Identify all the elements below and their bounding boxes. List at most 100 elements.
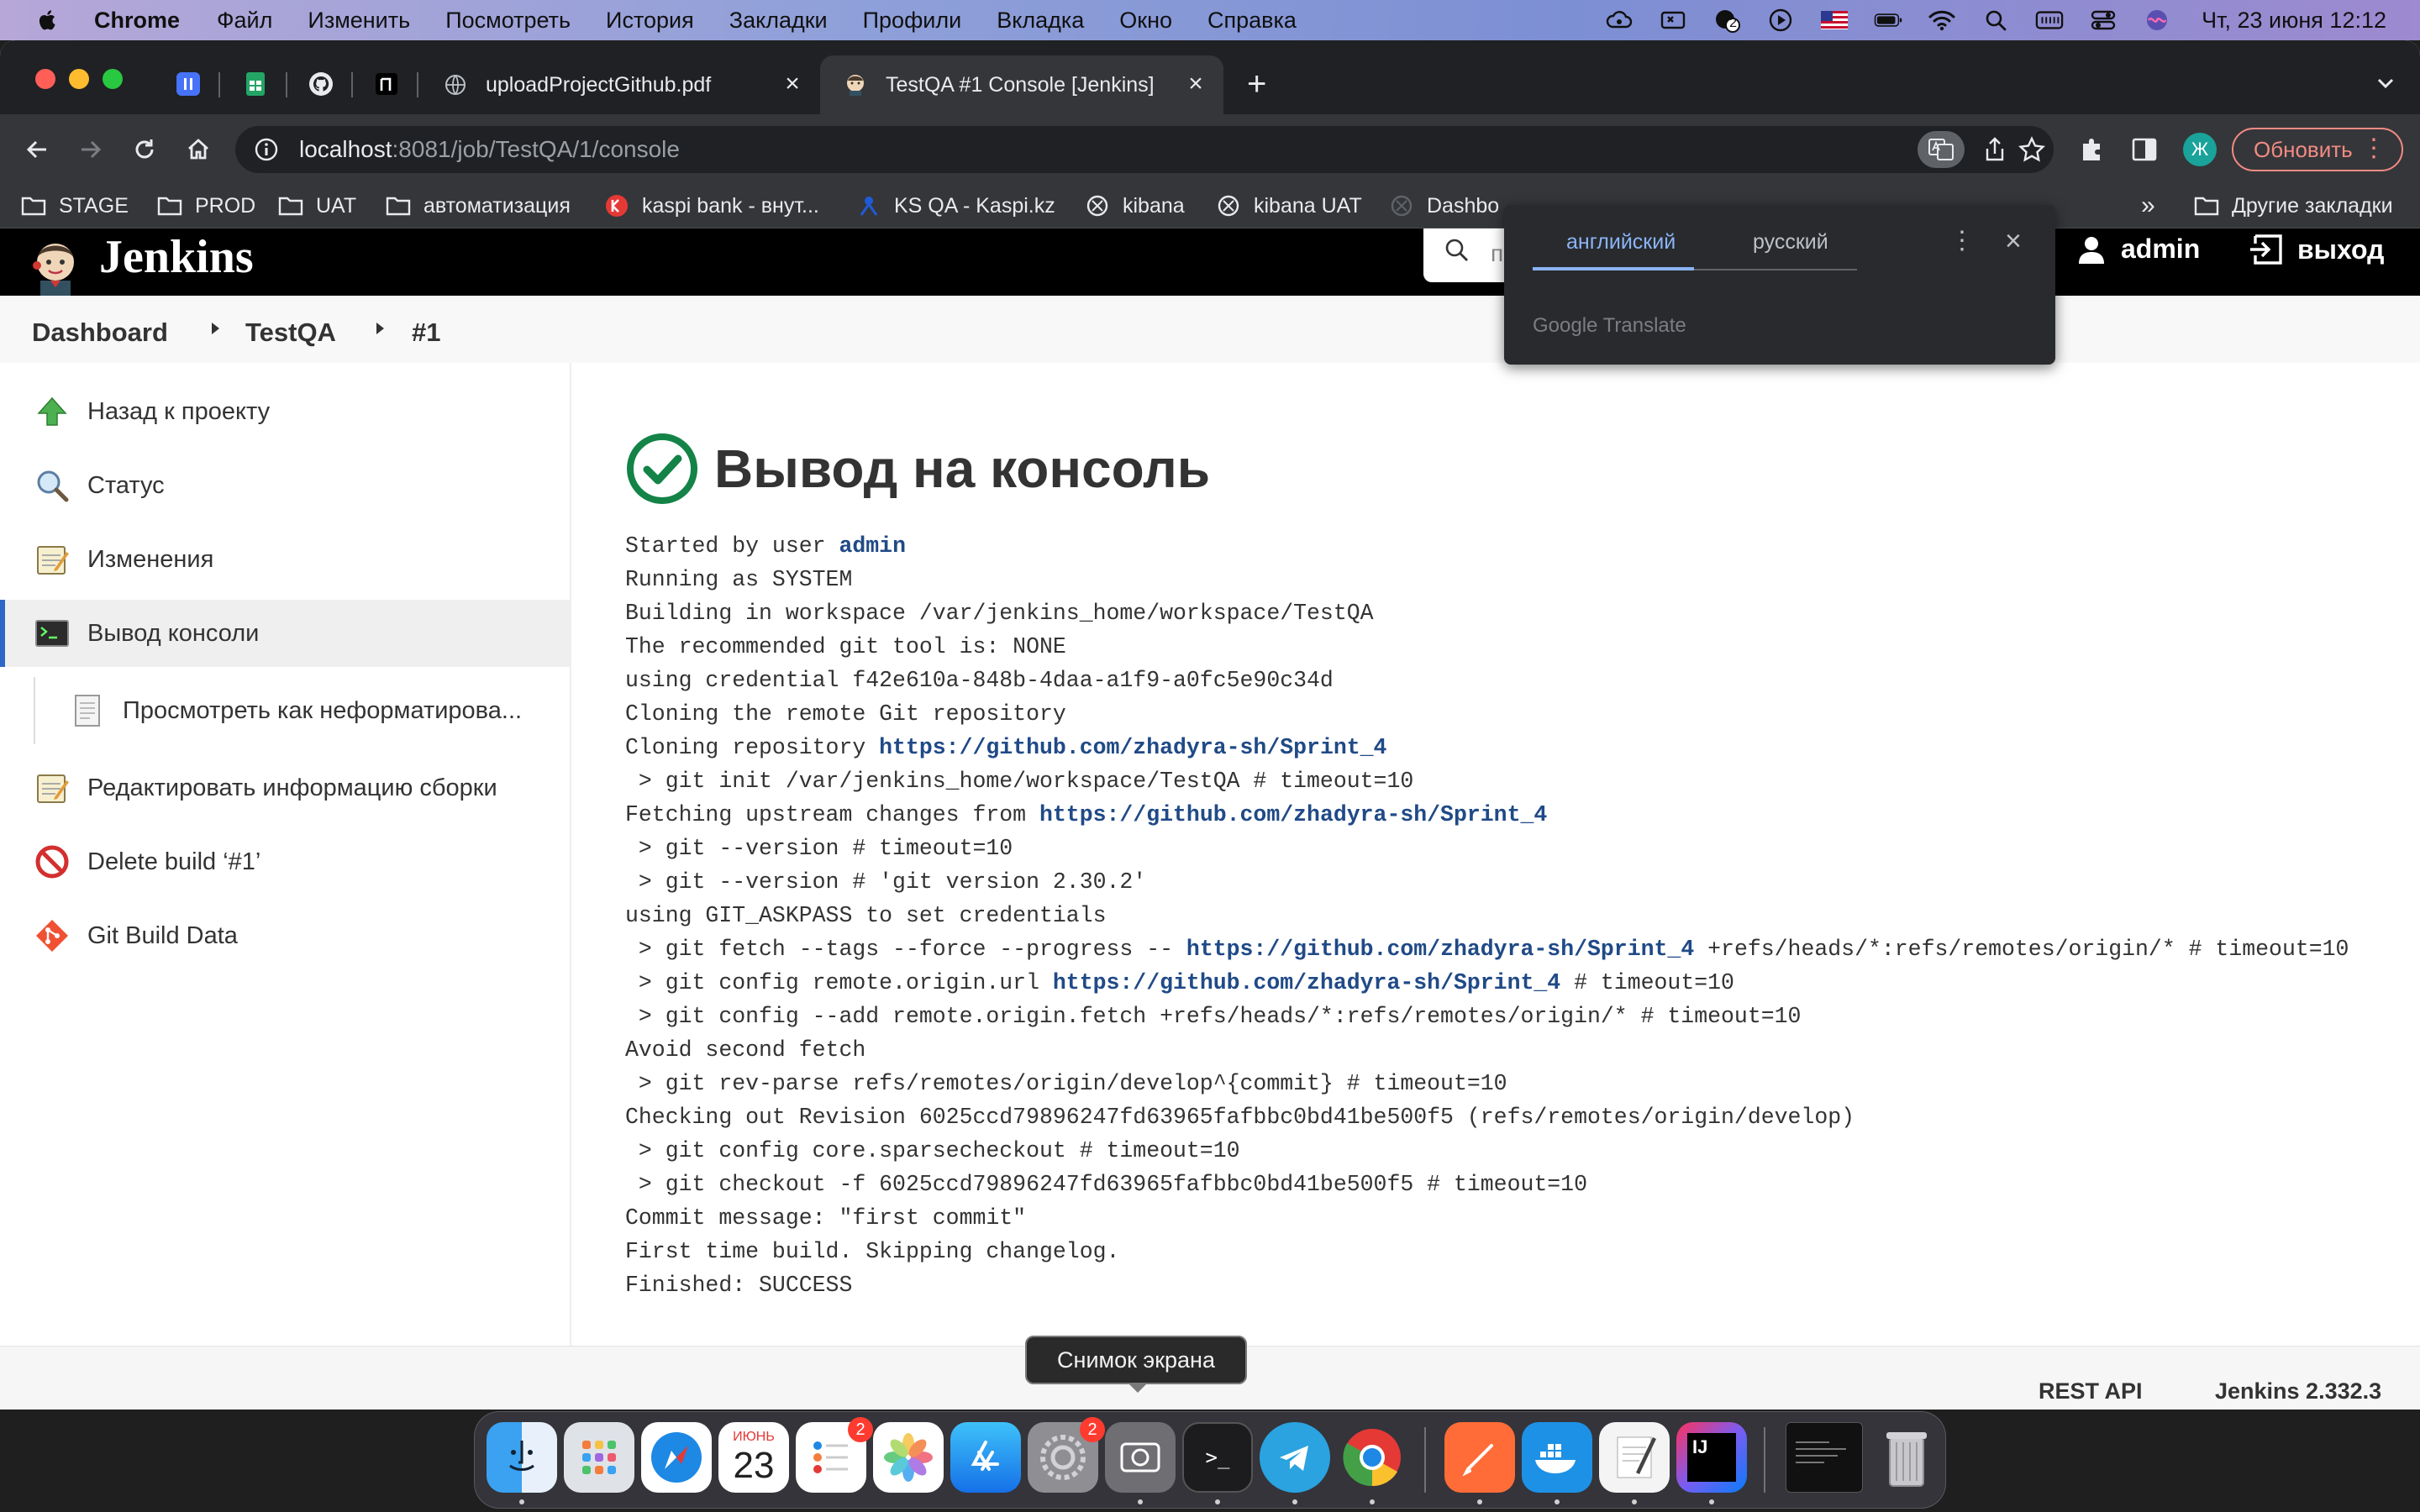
sidebar-item-view-plain[interactable]: Просмотреть как неформатирова... [34,677,570,744]
bookmark-folder-uat[interactable]: UAT [277,193,356,218]
menubar-clock[interactable]: Чт, 23 июня 12:12 [2202,8,2386,34]
console-link[interactable]: admin [839,533,906,559]
chrome-menu-kebab-icon[interactable]: ⋮ [2361,136,2386,161]
sidebar-item-edit-build-info[interactable]: Редактировать информацию сборки [0,754,570,822]
menu-help[interactable]: Справка [1207,8,1297,34]
menu-file[interactable]: Файл [217,8,272,34]
dock-app-store[interactable] [950,1422,1021,1493]
translate-close-icon[interactable]: × [2005,227,2022,255]
siri-icon[interactable] [2143,8,2171,33]
jenkins-title[interactable]: Jenkins [99,230,254,284]
wifi-icon[interactable] [1928,8,1956,33]
sidebar-item-changes[interactable]: Изменения [0,526,570,593]
bookmark-kaspi-bank[interactable]: kaspi bank - внут... [603,193,819,218]
dock-reminders[interactable]: 2 [796,1417,873,1493]
jenkins-butler-logo[interactable] [32,240,79,296]
spotlight-search-icon[interactable] [1981,8,2010,33]
menu-app-chrome[interactable]: Chrome [94,8,180,34]
breadcrumb-dashboard[interactable]: Dashboard [32,318,168,348]
bookmark-ks-qa[interactable]: KS QA - Kaspi.kz [855,193,1055,218]
user-link[interactable]: admin [2077,234,2200,265]
reload-button[interactable] [126,131,163,168]
side-panel-icon[interactable] [2128,133,2161,166]
bookmark-folder-prod[interactable]: PROD [156,193,255,218]
extensions-puzzle-icon[interactable] [2075,133,2109,166]
window-zoom-button[interactable] [103,69,123,89]
url-text[interactable]: localhost:8081/job/TestQA/1/console [299,136,680,163]
translate-tab-source-lang[interactable]: английский [1566,230,1676,255]
dock-telegram[interactable] [1260,1422,1330,1493]
tab-pdf[interactable]: uploadProjectGithub.pdf × [420,55,820,114]
bookmarks-overflow-button[interactable]: » [2141,192,2155,220]
home-button[interactable] [180,131,217,168]
tab-search-chevron-icon[interactable] [2373,71,2398,96]
logout-link[interactable]: выход [2249,234,2384,265]
breadcrumb-testqa[interactable]: TestQA [245,318,336,348]
tab-close-icon[interactable]: × [1185,71,1207,97]
back-button[interactable] [18,131,55,168]
us-flag-icon[interactable] [1820,8,1849,33]
pinned-tab-ticktick[interactable] [171,67,205,101]
sidebar-item-back-to-project[interactable]: Назад к проекту [0,378,570,445]
dock-screenshot[interactable] [1105,1422,1176,1493]
new-tab-button[interactable]: + [1247,67,1266,101]
bookmark-other-folder[interactable]: Другие закладки [2193,193,2393,218]
profile-avatar[interactable]: Ж [2183,133,2217,166]
sidebar-item-git-build-data[interactable]: Git Build Data [0,902,570,969]
sidebar-item-console-output[interactable]: Вывод консоли [0,600,570,667]
messenger-badge-icon[interactable]: 2 [1712,8,1741,33]
window-minimize-button[interactable] [69,69,89,89]
translate-icon[interactable] [1918,131,1965,168]
rest-api-link[interactable]: REST API [2039,1378,2143,1404]
bookmark-dashboard[interactable]: Dashbo [1388,193,1499,218]
apple-icon[interactable] [35,8,60,33]
keyboard-icon[interactable] [2035,8,2064,33]
menu-history[interactable]: История [606,8,694,34]
bookmark-folder-automation[interactable]: автоматизация [385,193,571,218]
menu-bookmarks[interactable]: Закладки [729,8,828,34]
dock-launchpad[interactable] [564,1422,634,1493]
bookmark-kibana[interactable]: kibana [1084,193,1185,218]
share-icon[interactable] [1980,134,2010,165]
dock-safari[interactable] [641,1422,712,1493]
dock-calendar[interactable]: ИЮНЬ 23 [718,1422,789,1493]
dock-chrome[interactable] [1337,1422,1407,1493]
translate-tab-target-lang[interactable]: русский [1753,230,1828,255]
pinned-tab-notion[interactable] [370,67,403,101]
chevron-right-icon[interactable] [212,323,219,334]
dock-finder[interactable] [487,1422,557,1493]
dock-postman[interactable] [1444,1422,1515,1493]
dock-terminal[interactable]: >_ [1182,1422,1253,1493]
dock-system-preferences[interactable]: 2 [1028,1417,1105,1493]
bookmark-kibana-uat[interactable]: kibana UAT [1215,193,1362,218]
site-info-icon[interactable] [254,137,279,162]
battery-icon[interactable] [1874,8,1902,33]
translate-options-kebab-icon[interactable]: ⋮ [1949,228,1975,254]
dock-photos[interactable] [873,1422,944,1493]
menu-tab[interactable]: Вкладка [997,8,1084,34]
update-chrome-button[interactable]: Обновить ⋮ [2232,128,2403,171]
chevron-right-icon[interactable] [376,323,384,334]
dock-docker[interactable] [1522,1422,1592,1493]
breadcrumb-build-1[interactable]: #1 [412,318,440,348]
dock-textedit[interactable] [1599,1422,1670,1493]
console-link[interactable]: https://github.com/zhadyra-sh/Sprint_4 [879,735,1386,760]
control-center-icon[interactable] [2089,8,2118,33]
window-close-button[interactable] [35,69,55,89]
sidebar-item-status[interactable]: Статус [0,452,570,519]
cloud-gear-icon[interactable] [1605,8,1634,33]
console-link[interactable]: https://github.com/zhadyra-sh/Sprint_4 [1039,802,1547,827]
sidebar-item-delete-build[interactable]: Delete build ‘#1’ [0,828,570,895]
console-link[interactable]: https://github.com/zhadyra-sh/Sprint_4 [1053,970,1560,995]
forward-button[interactable] [72,131,109,168]
menu-profiles[interactable]: Профили [863,8,962,34]
play-circle-icon[interactable] [1766,8,1795,33]
dock-trash[interactable] [1871,1422,1942,1493]
console-output[interactable]: Started by user admin Running as SYSTEM Bu… [625,529,2407,1302]
console-link[interactable]: https://github.com/zhadyra-sh/Sprint_4 [1186,937,1694,962]
address-bar[interactable]: localhost:8081/job/TestQA/1/console [235,126,2054,173]
menu-view[interactable]: Посмотреть [445,8,571,34]
jenkins-version-link[interactable]: Jenkins 2.332.3 [2215,1378,2381,1404]
screen-mirror-icon[interactable] [1659,8,1687,33]
menu-window[interactable]: Окно [1119,8,1172,34]
